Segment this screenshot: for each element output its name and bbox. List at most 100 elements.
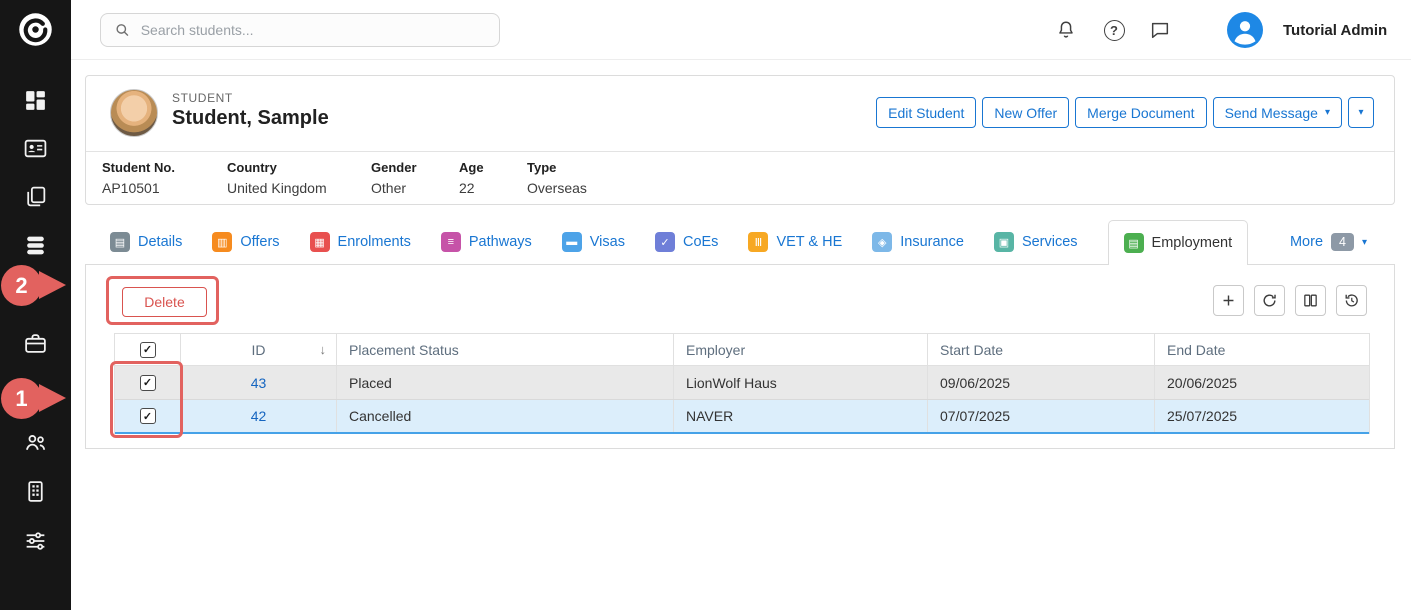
search-icon xyxy=(114,21,131,39)
merge-document-button[interactable]: Merge Document xyxy=(1075,97,1206,128)
refresh-icon xyxy=(1261,292,1278,309)
send-message-button[interactable]: Send Message▾ xyxy=(1213,97,1342,128)
student-actions: Edit Student New Offer Merge Document Se… xyxy=(876,97,1374,128)
sidebar-item-students[interactable] xyxy=(23,136,48,161)
columns-button[interactable] xyxy=(1295,285,1326,316)
sidebar-item-agents[interactable] xyxy=(23,430,48,455)
add-button[interactable] xyxy=(1213,285,1244,316)
cell-end-date: 25/07/2025 xyxy=(1155,400,1369,432)
tab-enrolments[interactable]: ▦Enrolments xyxy=(310,220,411,264)
new-offer-label: New Offer xyxy=(994,105,1057,121)
table-row[interactable]: ✓ 42 Cancelled NAVER 07/07/2025 25/07/20… xyxy=(115,400,1369,434)
people-icon xyxy=(23,430,48,455)
student-header-card: STUDENT Student, Sample Edit Student New… xyxy=(85,75,1395,205)
sliders-icon xyxy=(23,528,48,553)
tab-label: Employment xyxy=(1152,235,1233,251)
send-message-label: Send Message xyxy=(1225,105,1318,121)
row-select-cell: ✓ xyxy=(115,400,181,432)
tab-more[interactable]: More 4 ▾ xyxy=(1290,220,1367,264)
cell-id: 42 xyxy=(181,400,337,432)
header-label: Start Date xyxy=(940,342,1003,358)
building-icon xyxy=(23,479,48,504)
sidebar xyxy=(0,0,71,610)
search-input[interactable] xyxy=(141,22,486,38)
info-value: Overseas xyxy=(527,180,587,196)
tab-insurance[interactable]: ◈ Insurance xyxy=(872,220,964,264)
tab-coes[interactable]: ✓ CoEs xyxy=(655,220,718,264)
header-placement-status[interactable]: Placement Status xyxy=(337,334,674,365)
header-employer[interactable]: Employer xyxy=(674,334,928,365)
notifications-button[interactable] xyxy=(1054,18,1078,42)
topbar: ? Tutorial Admin xyxy=(71,0,1411,60)
new-offer-button[interactable]: New Offer xyxy=(982,97,1069,128)
table-row[interactable]: ✓ 43 Placed LionWolf Haus 09/06/2025 20/… xyxy=(115,366,1369,400)
sidebar-item-dashboard[interactable] xyxy=(23,88,48,113)
tab-employment[interactable]: ▤ Employment xyxy=(1108,220,1249,265)
bell-icon xyxy=(1055,19,1077,41)
more-actions-button[interactable]: ▾ xyxy=(1348,97,1374,128)
coes-tab-icon: ✓ xyxy=(655,232,675,252)
id-link[interactable]: 43 xyxy=(251,375,267,391)
student-info-row: Student No.AP10501 CountryUnited Kingdom… xyxy=(86,151,1394,205)
tab-details[interactable]: ▤Details xyxy=(110,220,182,264)
info-value: United Kingdom xyxy=(227,180,327,196)
edit-student-label: Edit Student xyxy=(888,105,964,121)
user-menu[interactable] xyxy=(1227,12,1263,48)
tab-label: VET & HE xyxy=(776,234,842,250)
info-type: TypeOverseas xyxy=(527,160,587,196)
sidebar-item-employment[interactable] xyxy=(23,331,48,356)
row-checkbox[interactable]: ✓ xyxy=(140,408,156,424)
pathways-tab-icon: ≡ xyxy=(441,232,461,252)
header-label: Employer xyxy=(686,342,745,358)
cell-placement-status: Cancelled xyxy=(337,400,674,432)
cell-employer: LionWolf Haus xyxy=(674,366,928,399)
sidebar-item-organisations[interactable] xyxy=(23,479,48,504)
tab-services[interactable]: ▣Services xyxy=(994,220,1078,264)
header-id[interactable]: ID↓ xyxy=(181,334,337,365)
tab-label: Pathways xyxy=(469,234,532,250)
app-logo-icon xyxy=(16,10,55,49)
id-link[interactable]: 42 xyxy=(251,408,267,424)
app-logo[interactable] xyxy=(16,10,55,49)
messages-button[interactable] xyxy=(1148,18,1172,42)
cell-end-date: 20/06/2025 xyxy=(1155,366,1369,399)
more-label: More xyxy=(1290,234,1323,250)
sidebar-item-documents[interactable] xyxy=(23,184,48,209)
tab-label: Insurance xyxy=(900,234,964,250)
tab-vet-he[interactable]: Ⅲ VET & HE xyxy=(748,220,842,264)
sidebar-item-courses[interactable] xyxy=(23,233,48,258)
user-avatar-icon xyxy=(1227,12,1263,48)
vet-he-tab-icon: Ⅲ xyxy=(748,232,768,252)
header-start-date[interactable]: Start Date xyxy=(928,334,1155,365)
insurance-tab-icon: ◈ xyxy=(872,232,892,252)
caret-down-icon: ▾ xyxy=(1358,108,1363,118)
info-country: CountryUnited Kingdom xyxy=(227,160,327,196)
tab-label: CoEs xyxy=(683,234,718,250)
cell-start-date: 07/07/2025 xyxy=(928,400,1155,432)
help-icon: ? xyxy=(1104,20,1125,41)
info-value: AP10501 xyxy=(102,180,175,196)
select-all-checkbox[interactable]: ✓ xyxy=(140,342,156,358)
check-icon: ✓ xyxy=(143,410,152,423)
sidebar-item-settings[interactable] xyxy=(23,528,48,553)
header-end-date[interactable]: End Date xyxy=(1155,334,1369,365)
refresh-button[interactable] xyxy=(1254,285,1285,316)
contact-card-icon xyxy=(23,136,48,161)
header-label: Placement Status xyxy=(349,342,459,358)
chat-icon xyxy=(1149,19,1171,41)
info-label: Age xyxy=(459,160,484,175)
table-header-row: ✓ ID↓ Placement Status Employer Start Da… xyxy=(115,334,1369,366)
history-button[interactable] xyxy=(1336,285,1367,316)
help-button[interactable]: ? xyxy=(1102,18,1126,42)
info-age: Age22 xyxy=(459,160,484,196)
user-name[interactable]: Tutorial Admin xyxy=(1283,0,1387,60)
plus-icon xyxy=(1220,292,1237,309)
employment-tab-icon: ▤ xyxy=(1124,233,1144,253)
tab-visas[interactable]: ▬Visas xyxy=(562,220,625,264)
edit-student-button[interactable]: Edit Student xyxy=(876,97,976,128)
tab-offers[interactable]: ▥Offers xyxy=(212,220,279,264)
check-icon: ✓ xyxy=(143,343,152,356)
tab-pathways[interactable]: ≡ Pathways xyxy=(441,220,532,264)
delete-button[interactable]: Delete xyxy=(122,287,207,317)
row-checkbox[interactable]: ✓ xyxy=(140,375,156,391)
